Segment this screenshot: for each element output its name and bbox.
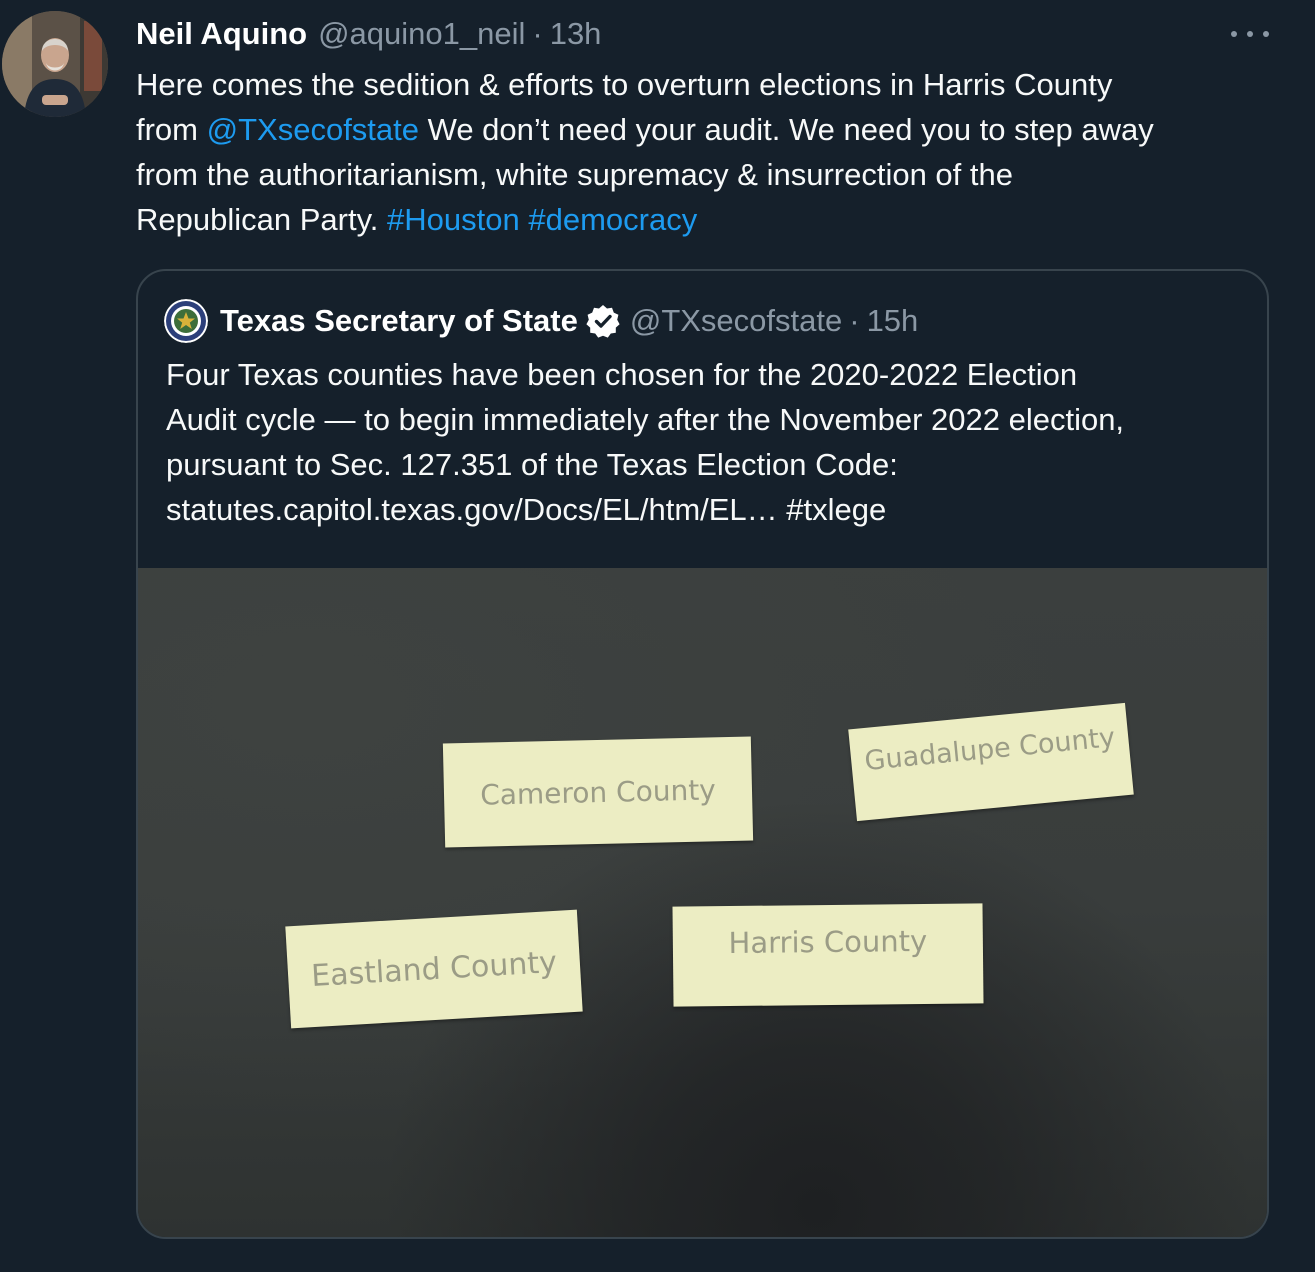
more-horizontal-icon (1247, 31, 1253, 37)
county-card: Cameron County (442, 736, 754, 848)
county-card: Harris County (672, 903, 984, 1007)
tweet-text-line: from @TXsecofstate We don’t need your au… (136, 107, 1286, 152)
tweet-text-segment: Here comes the sedition & efforts to ove… (136, 67, 1113, 102)
tweet-text-segment: from (136, 112, 207, 147)
county-card-label: Guadalupe County (863, 722, 1117, 778)
hashtag-link[interactable]: #democracy (528, 202, 697, 237)
quoted-text-line: statutes.capitol.texas.gov/Docs/EL/htm/E… (166, 492, 887, 527)
avatar[interactable] (2, 11, 108, 117)
quoted-author-handle: @TXsecofstate (629, 303, 843, 338)
more-horizontal-icon (1231, 31, 1237, 37)
seal-icon (164, 299, 208, 343)
county-card-label: Eastland County (310, 944, 558, 994)
tweet-timestamp[interactable]: 13h (550, 16, 602, 52)
tweet-text-segment: Republican Party. (136, 202, 387, 237)
mention-link[interactable]: @TXsecofstate (207, 112, 419, 147)
tweet-text-line: Here comes the sedition & efforts to ove… (136, 62, 1286, 107)
separator-dot: · (849, 303, 860, 338)
verified-badge-icon (586, 304, 620, 338)
tweet-header: Neil Aquino @aquino1_neil · 13h (136, 14, 601, 54)
more-options-button[interactable] (1228, 20, 1272, 48)
quoted-tweet-image[interactable]: Cameron County Guadalupe County Eastland… (138, 568, 1267, 1237)
quoted-timestamp: 15h (866, 303, 919, 338)
author-name[interactable]: Neil Aquino (136, 16, 307, 52)
quoted-text-line: Audit cycle — to begin immediately after… (166, 402, 1125, 437)
avatar-photo (2, 11, 108, 117)
quoted-tweet-card[interactable]: Texas Secretary of State @TXsecofstate ·… (136, 269, 1269, 1239)
author-handle[interactable]: @aquino1_neil (318, 16, 525, 52)
tweet-text-segment: We don’t need your audit. We need you to… (419, 112, 1154, 147)
county-card: Eastland County (285, 909, 583, 1029)
quoted-text-line: Four Texas counties have been chosen for… (166, 357, 1078, 392)
more-horizontal-icon (1263, 31, 1269, 37)
tweet-text: Here comes the sedition & efforts to ove… (136, 62, 1286, 242)
quoted-author-name: Texas Secretary of State (220, 303, 578, 338)
separator-dot: · (532, 16, 543, 51)
hashtag-link[interactable]: #Houston (387, 202, 520, 237)
quoted-tweet-text: Four Texas counties have been chosen for… (166, 352, 1256, 532)
tweet-text-line: Republican Party. #Houston #democracy (136, 197, 1286, 242)
tweet-text-segment: from the authoritarianism, white suprema… (136, 157, 1013, 192)
quoted-author-avatar[interactable] (164, 299, 208, 343)
tweet[interactable]: Neil Aquino @aquino1_neil · 13h Here com… (0, 0, 1315, 1272)
tweet-text-line: from the authoritarianism, white suprema… (136, 152, 1286, 197)
county-card-label: Cameron County (479, 772, 717, 812)
quoted-tweet-header: Texas Secretary of State @TXsecofstate ·… (164, 299, 919, 343)
county-card-label: Harris County (728, 923, 928, 961)
county-card: Guadalupe County (848, 702, 1134, 822)
quoted-text-line: pursuant to Sec. 127.351 of the Texas El… (166, 447, 898, 482)
